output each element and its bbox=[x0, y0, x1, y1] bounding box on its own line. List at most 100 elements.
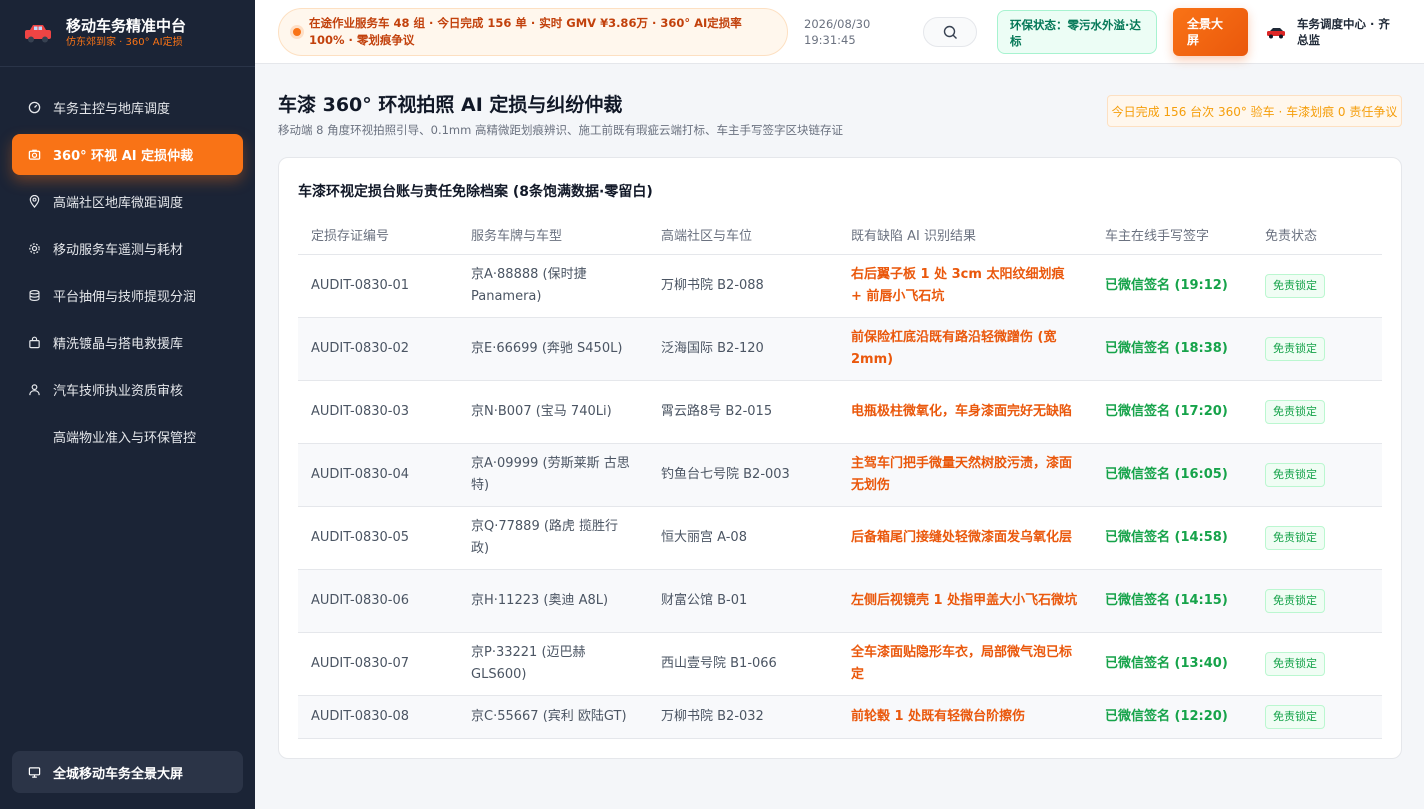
table-row[interactable]: AUDIT-0830-06 京H·11223 (奥迪 A8L) 财富公馆 B-0… bbox=[298, 569, 1382, 633]
table-header-row: 定损存证编号 服务车牌与车型 高端社区与车位 既有缺陷 AI 识别结果 车主在线… bbox=[298, 216, 1382, 255]
defect-cell: 电瓶极柱微氧化，车身漆面完好无缺陷 bbox=[838, 380, 1092, 444]
database-icon bbox=[28, 289, 41, 302]
audit-id-cell: AUDIT-0830-05 bbox=[298, 506, 458, 570]
vehicle-cell: 京A·09999 (劳斯莱斯 古思特) bbox=[458, 443, 648, 507]
column-header: 免责状态 bbox=[1252, 216, 1382, 255]
status-cell: 免责锁定 bbox=[1252, 695, 1382, 739]
table-row[interactable]: AUDIT-0830-01 京A·88888 (保时捷 Panamera) 万柳… bbox=[298, 254, 1382, 318]
date-text: 2026/08/30 bbox=[804, 17, 871, 31]
table-row[interactable]: AUDIT-0830-08 京C·55667 (宾利 欧陆GT) 万柳书院 B2… bbox=[298, 695, 1382, 739]
user-profile[interactable]: 车务调度中心 · 齐总监 bbox=[1265, 16, 1397, 48]
audit-id-cell: AUDIT-0830-08 bbox=[298, 695, 458, 739]
user-icon bbox=[28, 383, 41, 396]
monitor-icon bbox=[28, 766, 41, 779]
sidebar-item-detailing[interactable]: 精洗镀晶与搭电救援库 bbox=[12, 322, 243, 363]
status-badge: 免责锁定 bbox=[1265, 336, 1325, 361]
column-header: 既有缺陷 AI 识别结果 bbox=[838, 216, 1092, 255]
user-name: 车务调度中心 · 齐总监 bbox=[1297, 17, 1390, 47]
vehicle-cell: 京N·B007 (宝马 740Li) bbox=[458, 380, 648, 444]
sidebar-item-garage[interactable]: 高端社区地库微距调度 bbox=[12, 181, 243, 222]
defect-cell: 前轮毂 1 处既有轻微台阶擦伤 bbox=[838, 695, 1092, 739]
defect-cell: 前保险杠底沿既有路沿轻微蹭伤 (宽 2mm) bbox=[838, 317, 1092, 381]
location-cell: 钓鱼台七号院 B2-003 bbox=[648, 443, 838, 507]
sidebar-item-technician[interactable]: 汽车技师执业资质审核 bbox=[12, 369, 243, 410]
status-badge: 免责锁定 bbox=[1265, 651, 1325, 676]
status-badge: 免责锁定 bbox=[1265, 399, 1325, 424]
column-header: 定损存证编号 bbox=[298, 216, 458, 255]
sidebar-item-telemetry[interactable]: 移动服务车遥测与耗材 bbox=[12, 228, 243, 269]
signature-cell: 已微信签名 (18:38) bbox=[1092, 317, 1252, 381]
status-cell: 免责锁定 bbox=[1252, 506, 1382, 570]
sidebar-item-dispatch[interactable]: 车务主控与地库调度 bbox=[12, 87, 243, 128]
audit-id-cell: AUDIT-0830-04 bbox=[298, 443, 458, 507]
live-dot-icon bbox=[293, 28, 301, 36]
sidebar-item-label: 360° 环视 AI 定损仲裁 bbox=[53, 149, 194, 164]
page-subtitle: 移动端 8 角度环视拍照引导、0.1mm 高精微距划痕辨识、施工前既有瑕疵云端打… bbox=[278, 123, 843, 137]
fullscreen-dashboard-label: 全城移动车务全景大屏 bbox=[53, 766, 184, 782]
top-header: 在途作业服务车 48 组 · 今日完成 156 单 · 实时 GMV ¥3.86… bbox=[255, 0, 1424, 64]
column-header: 服务车牌与车型 bbox=[458, 216, 648, 255]
brand-title: 移动车务精准中台 bbox=[66, 16, 187, 35]
brand: 移动车务精准中台 仿东郊到家 · 360° AI定损 bbox=[0, 0, 255, 67]
table-row[interactable]: AUDIT-0830-03 京N·B007 (宝马 740Li) 霄云路8号 B… bbox=[298, 380, 1382, 444]
sidebar-item-property[interactable]: 高端物业准入与环保管控 bbox=[12, 416, 243, 457]
sidebar-item-label: 平台抽佣与技师提现分润 bbox=[53, 290, 197, 305]
vehicle-cell: 京C·55667 (宾利 欧陆GT) bbox=[458, 695, 648, 739]
column-header: 高端社区与车位 bbox=[648, 216, 838, 255]
live-ticker: 在途作业服务车 48 组 · 今日完成 156 单 · 实时 GMV ¥3.86… bbox=[278, 8, 788, 56]
eco-status-badge: 环保状态：零污水外溢·达标 bbox=[997, 10, 1157, 54]
sidebar-item-label: 高端社区地库微距调度 bbox=[53, 196, 184, 211]
location-cell: 西山壹号院 B1-066 bbox=[648, 632, 838, 696]
status-cell: 免责锁定 bbox=[1252, 632, 1382, 696]
signature-cell: 已微信签名 (19:12) bbox=[1092, 254, 1252, 318]
search-button[interactable] bbox=[923, 17, 977, 47]
defect-cell: 主驾车门把手微量天然树胶污渍，漆面无划伤 bbox=[838, 443, 1092, 507]
location-cell: 泛海国际 B2-120 bbox=[648, 317, 838, 381]
card-title: 车漆环视定损台账与责任免除档案 (8条饱满数据·零留白) bbox=[298, 184, 653, 200]
bag-icon bbox=[28, 336, 41, 349]
status-cell: 免责锁定 bbox=[1252, 254, 1382, 318]
table-row[interactable]: AUDIT-0830-04 京A·09999 (劳斯莱斯 古思特) 钓鱼台七号院… bbox=[298, 443, 1382, 507]
status-badge: 免责锁定 bbox=[1265, 525, 1325, 550]
defect-cell: 后备箱尾门接缝处轻微漆面发乌氧化层 bbox=[838, 506, 1092, 570]
signature-cell: 已微信签名 (14:58) bbox=[1092, 506, 1252, 570]
avatar bbox=[1267, 28, 1285, 39]
summary-badge: 今日完成 156 台次 360° 验车 · 车漆划痕 0 责任争议 bbox=[1107, 95, 1402, 127]
vehicle-cell: 京Q·77889 (路虎 揽胜行政) bbox=[458, 506, 648, 570]
table-row[interactable]: AUDIT-0830-05 京Q·77889 (路虎 揽胜行政) 恒大丽宫 A-… bbox=[298, 506, 1382, 570]
status-cell: 免责锁定 bbox=[1252, 443, 1382, 507]
datetime: 2026/08/30 19:31:45 bbox=[804, 16, 870, 48]
map-pin-icon bbox=[28, 195, 41, 208]
audit-id-cell: AUDIT-0830-03 bbox=[298, 380, 458, 444]
page-title: 车漆 360° 环视拍照 AI 定损与纠纷仲裁 bbox=[278, 94, 623, 116]
main-content: 车漆 360° 环视拍照 AI 定损与纠纷仲裁 移动端 8 角度环视拍照引导、0… bbox=[255, 64, 1424, 809]
fullscreen-dashboard-button[interactable]: 全城移动车务全景大屏 bbox=[12, 751, 243, 793]
sidebar-item-commission[interactable]: 平台抽佣与技师提现分润 bbox=[12, 275, 243, 316]
sidebar-nav: 车务主控与地库调度 360° 环视 AI 定损仲裁 高端社区地库微距调度 移动服… bbox=[0, 67, 255, 457]
sidebar-item-label: 移动服务车遥测与耗材 bbox=[53, 243, 184, 258]
table-row[interactable]: AUDIT-0830-07 京P·33221 (迈巴赫 GLS600) 西山壹号… bbox=[298, 632, 1382, 696]
vehicle-cell: 京E·66699 (奔驰 S450L) bbox=[458, 317, 648, 381]
defect-cell: 右后翼子板 1 处 3cm 太阳纹细划痕 + 前唇小飞石坑 bbox=[838, 254, 1092, 318]
audit-id-cell: AUDIT-0830-02 bbox=[298, 317, 458, 381]
status-badge: 免责锁定 bbox=[1265, 588, 1325, 613]
sidebar-item-ai-damage[interactable]: 360° 环视 AI 定损仲裁 bbox=[12, 134, 243, 175]
audit-id-cell: AUDIT-0830-07 bbox=[298, 632, 458, 696]
audit-table-card: 车漆环视定损台账与责任免除档案 (8条饱满数据·零留白) 定损存证编号 服务车牌… bbox=[278, 157, 1402, 759]
gear-icon bbox=[28, 242, 41, 255]
signature-cell: 已微信签名 (14:15) bbox=[1092, 569, 1252, 633]
status-cell: 免责锁定 bbox=[1252, 569, 1382, 633]
sidebar: 移动车务精准中台 仿东郊到家 · 360° AI定损 车务主控与地库调度 360… bbox=[0, 0, 255, 809]
table-row[interactable]: AUDIT-0830-02 京E·66699 (奔驰 S450L) 泛海国际 B… bbox=[298, 317, 1382, 381]
location-cell: 万柳书院 B2-088 bbox=[648, 254, 838, 318]
status-badge: 免责锁定 bbox=[1265, 704, 1325, 729]
brand-subtitle: 仿东郊到家 · 360° AI定损 bbox=[66, 36, 183, 48]
dashboard-icon bbox=[28, 101, 41, 114]
sidebar-item-label: 精洗镀晶与搭电救援库 bbox=[53, 337, 184, 352]
location-cell: 财富公馆 B-01 bbox=[648, 569, 838, 633]
status-badge: 免责锁定 bbox=[1265, 462, 1325, 487]
audit-id-cell: AUDIT-0830-01 bbox=[298, 254, 458, 318]
defect-cell: 左侧后视镜壳 1 处指甲盖大小飞石微坑 bbox=[838, 569, 1092, 633]
signature-cell: 已微信签名 (17:20) bbox=[1092, 380, 1252, 444]
fullscreen-button[interactable]: 全景大屏 bbox=[1173, 8, 1248, 56]
